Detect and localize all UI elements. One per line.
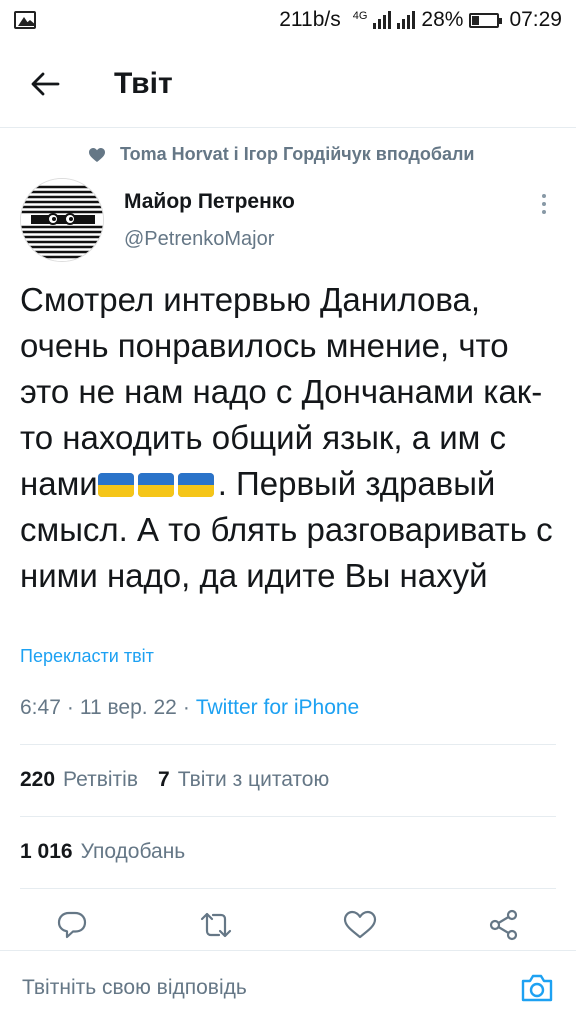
more-options-button[interactable] [532, 190, 556, 218]
status-clock: 07:29 [509, 8, 562, 31]
tweet-time: 6:47 [20, 696, 61, 719]
reply-icon [57, 911, 87, 939]
like-icon [343, 910, 377, 939]
retweet-stats: 220 Ретвітів 7 Твіти з цитатою [20, 768, 329, 792]
divider [20, 744, 556, 745]
author-handle[interactable]: @PetrenkoMajor [124, 228, 274, 251]
gallery-notification-icon [14, 11, 36, 29]
tweet-meta: 6:47 · 11 вер. 22 · Twitter for iPhone [20, 696, 359, 720]
signal-icon-2 [397, 11, 416, 29]
status-bar: 211b/s 4G 28% 07:29 [0, 0, 576, 40]
battery-icon [469, 12, 503, 28]
author-name[interactable]: Майор Петренко [124, 190, 295, 214]
network-speed: 211b/s [279, 8, 341, 31]
top-app-bar: Твіт [0, 40, 576, 128]
battery-percent: 28% [421, 8, 464, 31]
network-type: 4G [352, 10, 368, 22]
social-context[interactable]: Toma Horvat і Ігор Гордійчук вподобали [88, 144, 475, 165]
tweet-source-link[interactable]: Twitter for iPhone [196, 696, 359, 720]
meta-separator: · [182, 696, 190, 719]
page-title: Твіт [114, 66, 173, 100]
avatar-image [21, 179, 103, 261]
retweet-button[interactable] [196, 905, 236, 945]
retweet-icon [200, 912, 232, 938]
like-button[interactable] [340, 905, 380, 945]
ukraine-flag-emojis [97, 465, 218, 502]
heart-icon [89, 147, 105, 162]
likes-stats[interactable]: 1 016 Уподобань [20, 840, 185, 864]
arrow-left-icon [31, 72, 60, 95]
quotes-stat[interactable]: 7 Твіти з цитатою [158, 768, 329, 792]
tweet-text: Смотрел интервью Данилова, очень понрави… [20, 277, 560, 599]
ukraine-flag-icon [177, 473, 214, 497]
back-button[interactable] [0, 40, 90, 128]
translate-tweet-link[interactable]: Перекласти твіт [20, 646, 154, 667]
likes-count: 1 016 [20, 840, 73, 863]
share-icon [489, 909, 518, 941]
divider [20, 816, 556, 817]
signal-icon [373, 11, 392, 29]
reply-composer-bar[interactable]: Твітніть свою відповідь [0, 950, 576, 1024]
ukraine-flag-icon [97, 473, 134, 497]
reply-input[interactable]: Твітніть свою відповідь [22, 976, 247, 1000]
camera-icon[interactable] [520, 973, 554, 1003]
tweet-date: 11 вер. 22 [79, 696, 177, 719]
reply-button[interactable] [52, 905, 92, 945]
share-button[interactable] [484, 905, 524, 945]
ukraine-flag-icon [137, 473, 174, 497]
tweet-action-bar [0, 905, 576, 949]
more-vertical-icon [542, 194, 546, 198]
social-context-text: Toma Horvat і Ігор Гордійчук вподобали [120, 144, 475, 164]
likes-label: Уподобань [80, 840, 186, 863]
divider [20, 888, 556, 889]
avatar[interactable] [20, 178, 104, 262]
retweets-stat[interactable]: 220 Ретвітів [20, 768, 138, 792]
meta-separator: · [66, 696, 74, 719]
